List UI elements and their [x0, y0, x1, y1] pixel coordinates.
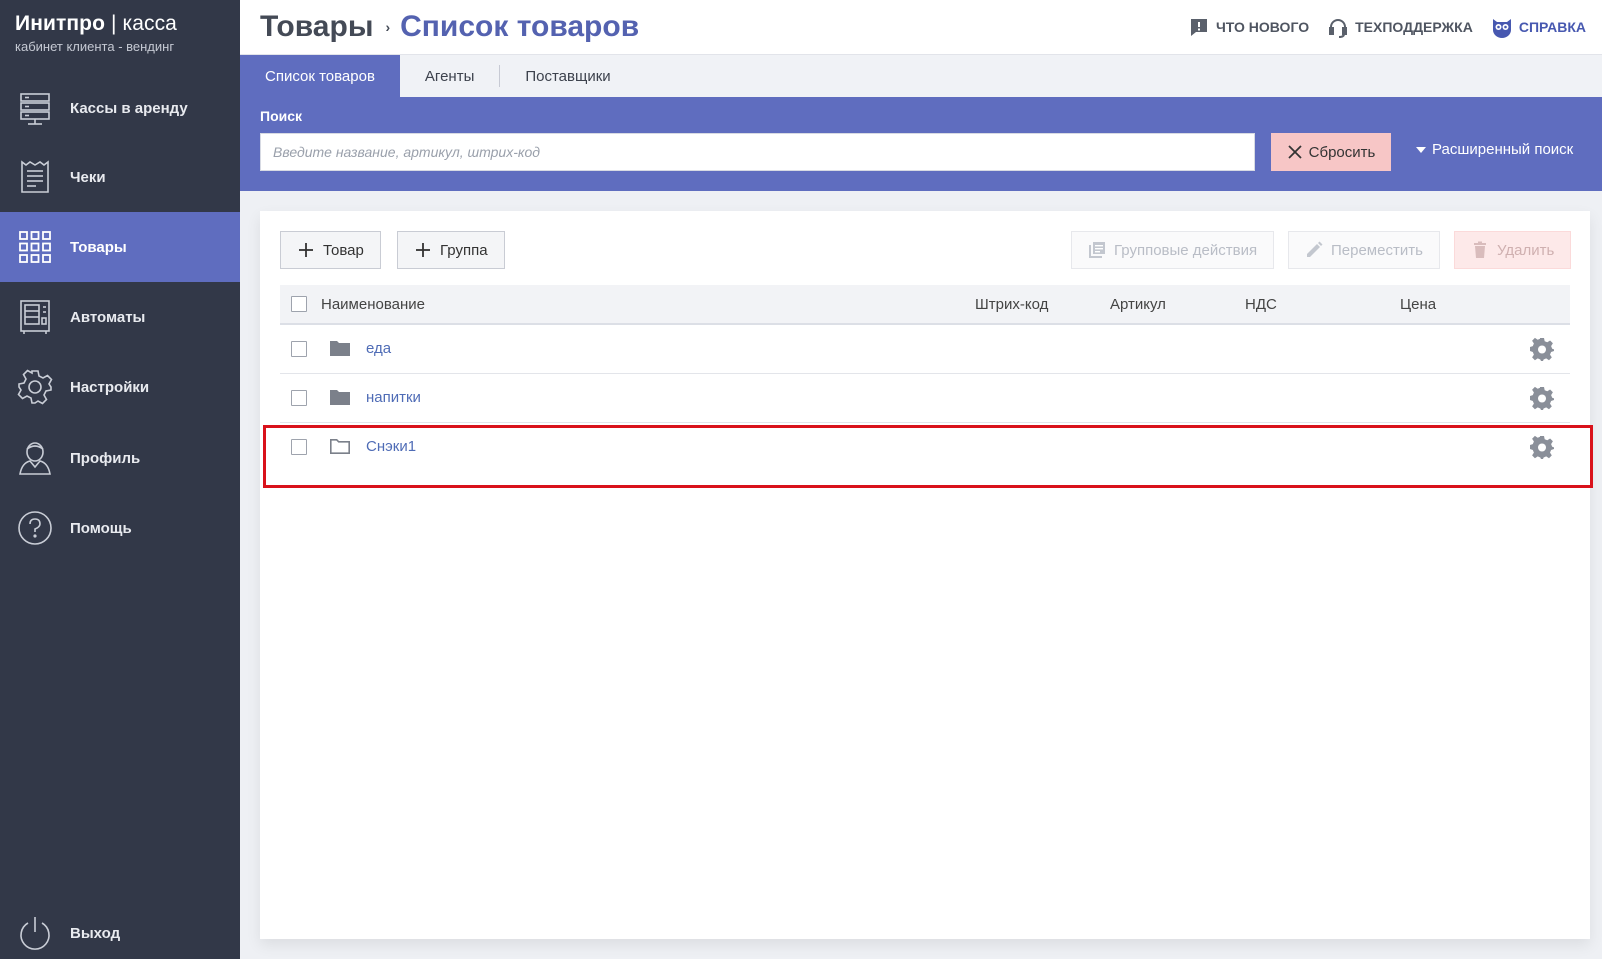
tab-bar: Список товаров Агенты Поставщики: [240, 55, 1602, 97]
sidebar-item-label: Профиль: [70, 449, 141, 467]
add-product-label: Товар: [323, 241, 364, 259]
vending-machine-icon: [0, 282, 70, 352]
sidebar-item-rent-kassa[interactable]: Кассы в аренду: [0, 73, 240, 143]
select-all-checkbox[interactable]: [291, 296, 307, 312]
group-actions-label: Групповые действия: [1114, 241, 1258, 259]
sidebar-item-label: Кассы в аренду: [70, 99, 188, 117]
sidebar: Инитпро | касса кабинет клиента - вендин…: [0, 0, 240, 959]
power-icon: [0, 898, 70, 959]
reset-button[interactable]: Сбросить: [1271, 133, 1391, 171]
whats-new-label: ЧТО НОВОГО: [1215, 19, 1310, 35]
support-link[interactable]: ТЕХПОДДЕРЖКА: [1327, 16, 1473, 38]
move-button[interactable]: Переместить: [1288, 231, 1440, 269]
table-row[interactable]: Снэки1: [280, 423, 1570, 472]
breadcrumb: Товары › Список товаров: [260, 10, 639, 44]
logout-button[interactable]: Выход: [0, 898, 240, 959]
tab-agents[interactable]: Агенты: [400, 55, 499, 97]
folder-icon: [330, 390, 350, 405]
delete-button[interactable]: Удалить: [1454, 231, 1572, 269]
header-links: ЧТО НОВОГО ТЕХПОДДЕРЖКА СПРАВКА: [1188, 16, 1586, 38]
breadcrumb-separator: ›: [385, 19, 391, 35]
brand: Инитпро | касса кабинет клиента - вендин…: [15, 12, 177, 54]
support-label: ТЕХПОДДЕРЖКА: [1355, 19, 1473, 35]
tab-product-list[interactable]: Список товаров: [240, 55, 400, 97]
delete-label: Удалить: [1497, 241, 1555, 259]
sidebar-item-products[interactable]: Товары: [0, 212, 240, 282]
add-group-label: Группа: [440, 241, 488, 259]
table-row[interactable]: еда: [280, 325, 1570, 374]
reset-label: Сбросить: [1308, 143, 1376, 161]
add-product-button[interactable]: Товар: [280, 231, 381, 269]
brand-separator: |: [105, 12, 123, 35]
table-row[interactable]: напитки: [280, 374, 1570, 423]
caret-down-icon: [1416, 146, 1426, 153]
folder-icon: [330, 341, 350, 356]
brand-name-thin: касса: [122, 12, 177, 35]
folder-outline-icon: [330, 439, 350, 454]
plus-icon: [299, 243, 313, 257]
product-panel: Товар Группа Групповые действия Перемест…: [260, 211, 1590, 939]
column-price[interactable]: Цена: [1400, 296, 1436, 313]
row-checkbox[interactable]: [291, 341, 307, 357]
sidebar-item-receipts[interactable]: Чеки: [0, 142, 240, 212]
close-icon: [1288, 145, 1302, 159]
receipt-icon: [0, 142, 70, 212]
move-label: Переместить: [1331, 241, 1423, 259]
sidebar-item-machines[interactable]: Автоматы: [0, 282, 240, 352]
brand-name-bold: Инитпро: [15, 12, 106, 35]
table-header: Наименование Штрих-код Артикул НДС Цена: [280, 285, 1570, 325]
brand-subtitle: кабинет клиента - вендинг: [15, 39, 175, 54]
sidebar-item-label: Автоматы: [70, 308, 146, 326]
gear-icon[interactable]: [1530, 337, 1554, 361]
group-actions-button[interactable]: Групповые действия: [1071, 231, 1275, 269]
pencil-icon: [1307, 241, 1323, 257]
help-label: СПРАВКА: [1518, 19, 1586, 35]
logout-label: Выход: [70, 924, 121, 942]
user-icon: [0, 423, 70, 493]
advanced-search-label: Расширенный поиск: [1432, 141, 1574, 158]
sidebar-item-settings[interactable]: Настройки: [0, 352, 240, 422]
sidebar-item-label: Чеки: [70, 168, 106, 186]
breadcrumb-root[interactable]: Товары: [260, 10, 373, 44]
advanced-search-toggle[interactable]: Расширенный поиск: [1416, 141, 1573, 158]
sidebar-item-label: Помощь: [70, 519, 132, 537]
row-name-link[interactable]: напитки: [366, 389, 421, 406]
owl-icon: [1492, 19, 1511, 38]
sidebar-item-label: Товары: [70, 238, 127, 256]
brand-title: Инитпро | касса: [15, 12, 177, 36]
add-group-button[interactable]: Группа: [397, 231, 505, 269]
gear-icon: [0, 352, 70, 422]
row-checkbox[interactable]: [291, 439, 307, 455]
trash-icon: [1474, 241, 1486, 258]
server-rack-icon: [0, 73, 70, 143]
sidebar-item-label: Настройки: [70, 378, 150, 396]
column-name[interactable]: Наименование: [321, 296, 425, 313]
gear-icon[interactable]: [1530, 386, 1554, 410]
grid-icon: [0, 212, 70, 282]
row-name-link[interactable]: еда: [366, 340, 391, 357]
help-link[interactable]: СПРАВКА: [1491, 16, 1586, 38]
row-name-link[interactable]: Снэки1: [366, 438, 416, 455]
layers-icon: [1089, 242, 1105, 258]
top-header: Товары › Список товаров ЧТО НОВОГО ТЕХПО…: [240, 0, 1602, 55]
column-vat[interactable]: НДС: [1245, 296, 1277, 313]
headset-icon: [1329, 19, 1348, 38]
question-icon: [0, 493, 70, 563]
tab-suppliers[interactable]: Поставщики: [500, 55, 635, 97]
sidebar-item-help[interactable]: Помощь: [0, 493, 240, 563]
search-input[interactable]: [260, 133, 1255, 171]
chat-alert-icon: [1190, 19, 1207, 36]
search-label: Поиск: [260, 108, 303, 124]
gear-icon[interactable]: [1530, 435, 1554, 459]
column-article[interactable]: Артикул: [1110, 296, 1166, 313]
sidebar-item-profile[interactable]: Профиль: [0, 423, 240, 493]
whats-new-link[interactable]: ЧТО НОВОГО: [1188, 16, 1309, 38]
column-barcode[interactable]: Штрих-код: [975, 296, 1048, 313]
page-title: Список товаров: [400, 10, 640, 43]
row-checkbox[interactable]: [291, 390, 307, 406]
search-band: Поиск Сбросить Расширенный поиск: [240, 97, 1602, 191]
plus-icon: [416, 243, 430, 257]
